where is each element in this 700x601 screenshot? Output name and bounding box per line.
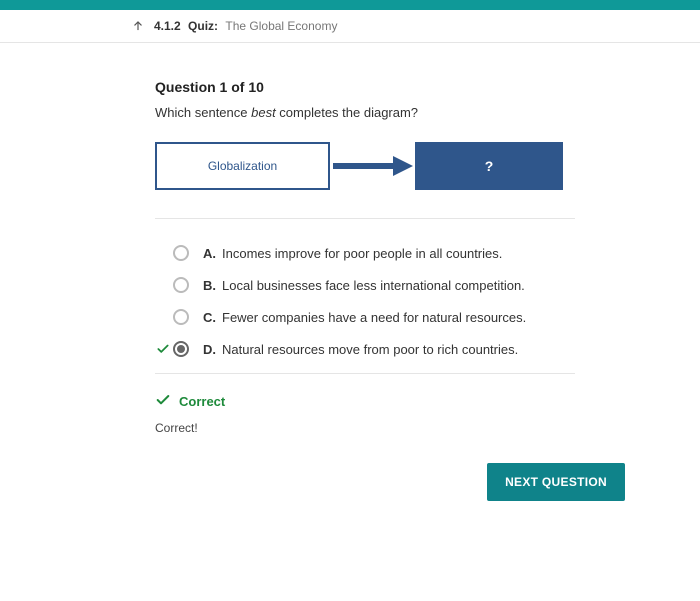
option-letter: D. [203, 342, 216, 357]
quiz-header: 4.1.2 Quiz: The Global Economy [0, 10, 700, 43]
divider [155, 373, 575, 374]
feedback-message: Correct! [155, 421, 580, 435]
prompt-pre: Which sentence [155, 105, 251, 120]
arrow-right-icon [330, 156, 415, 176]
option-row[interactable]: B. Local businesses face less internation… [155, 269, 575, 301]
question-prompt: Which sentence best completes the diagra… [155, 105, 580, 120]
option-text: Incomes improve for poor people in all c… [222, 246, 502, 261]
feedback-heading: Correct [155, 392, 580, 411]
diagram: Globalization ? [155, 142, 580, 190]
option-letter: C. [203, 310, 216, 325]
option-text: Local businesses face less international… [222, 278, 525, 293]
top-accent-bar [0, 0, 700, 10]
prompt-post: completes the diagram? [276, 105, 418, 120]
option-row[interactable]: D. Natural resources move from poor to ri… [155, 333, 575, 365]
quiz-label: Quiz: [188, 19, 218, 33]
feedback-heading-text: Correct [179, 394, 225, 409]
question-content: Question 1 of 10 Which sentence best com… [0, 43, 580, 501]
back-icon[interactable] [130, 18, 146, 34]
option-text: Fewer companies have a need for natural … [222, 310, 526, 325]
radio-button[interactable] [173, 341, 189, 357]
option-text: Natural resources move from poor to rich… [222, 342, 518, 357]
option-letter: B. [203, 278, 216, 293]
option-row[interactable]: C. Fewer companies have a need for natura… [155, 301, 575, 333]
quiz-code: 4.1.2 [154, 19, 181, 33]
radio-button[interactable] [173, 245, 189, 261]
radio-button[interactable] [173, 309, 189, 325]
diagram-source-box: Globalization [155, 142, 330, 190]
prompt-em: best [251, 105, 276, 120]
radio-button[interactable] [173, 277, 189, 293]
check-icon [155, 392, 171, 411]
quiz-title: The Global Economy [225, 19, 337, 33]
question-number: Question 1 of 10 [155, 79, 580, 95]
answer-options: A. Incomes improve for poor people in all… [155, 237, 575, 365]
next-question-button[interactable]: NEXT QUESTION [487, 463, 625, 501]
divider [155, 218, 575, 219]
diagram-target-box: ? [415, 142, 563, 190]
option-letter: A. [203, 246, 216, 261]
check-icon [155, 342, 171, 356]
option-row[interactable]: A. Incomes improve for poor people in all… [155, 237, 575, 269]
